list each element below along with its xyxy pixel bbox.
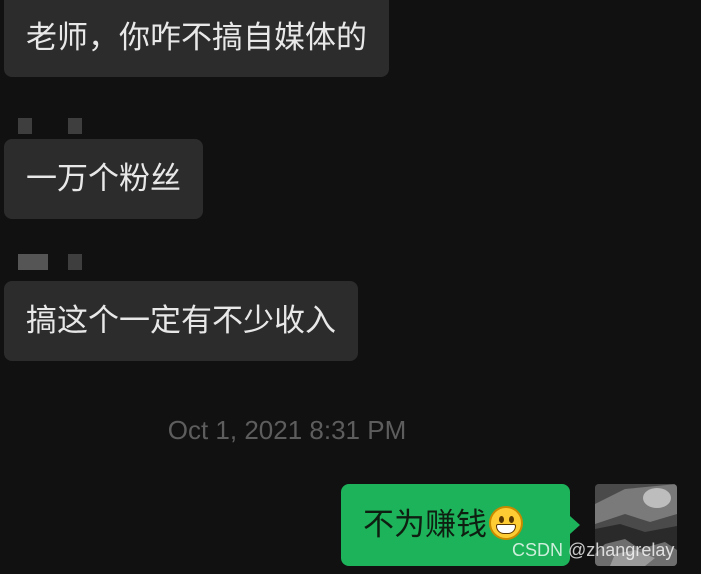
message-text: 老师，你咋不搞自媒体的 xyxy=(26,20,367,56)
incoming-message-bubble[interactable]: 一万个粉丝 xyxy=(4,139,203,219)
pixelated-block xyxy=(18,118,32,134)
incoming-message-bubble[interactable]: 搞这个一定有不少收入 xyxy=(4,281,358,361)
message-text: 不为赚钱 xyxy=(363,507,487,543)
pixelated-block xyxy=(18,254,48,270)
message-text: 一万个粉丝 xyxy=(26,161,181,197)
message-text: 搞这个一定有不少收入 xyxy=(26,303,336,339)
message-timestamp: Oct 1, 2021 8:31 PM xyxy=(167,415,407,445)
grinning-face-icon xyxy=(489,506,523,540)
pixelated-block xyxy=(68,254,82,270)
watermark: CSDN @zhangrelay xyxy=(512,540,675,560)
pixelated-block xyxy=(68,118,82,134)
incoming-message-bubble[interactable]: 老师，你咋不搞自媒体的 xyxy=(4,0,389,77)
bubble-tail xyxy=(570,516,580,534)
